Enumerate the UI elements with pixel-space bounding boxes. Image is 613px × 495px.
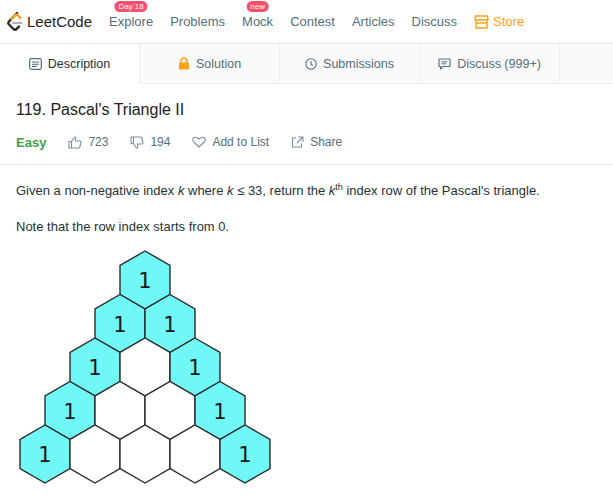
like-button[interactable]: 723 xyxy=(68,135,108,149)
text-run: ≤ 33, return the xyxy=(234,183,329,198)
tab[interactable]: Solution xyxy=(140,44,280,83)
nav-item[interactable]: Contest xyxy=(290,14,335,29)
dislike-count: 194 xyxy=(150,135,170,149)
tab-label: Solution xyxy=(196,57,241,71)
nav-badge: new xyxy=(246,1,269,12)
share-button[interactable]: Share xyxy=(291,135,342,149)
leetcode-logo-icon xyxy=(6,12,24,32)
hex-value: 1 xyxy=(38,443,51,467)
difficulty-label: Easy xyxy=(16,135,46,150)
tab[interactable]: Discuss (999+) xyxy=(420,44,560,83)
hexagon xyxy=(70,425,120,483)
hex-cell xyxy=(70,425,120,483)
nav-label: Discuss xyxy=(412,14,458,29)
nav-item[interactable]: Problems xyxy=(170,14,225,29)
hex-value: 1 xyxy=(163,313,176,337)
nav-badge: Day 18 xyxy=(114,1,147,12)
add-to-list-button[interactable]: Add to List xyxy=(192,135,269,149)
hex-cell xyxy=(170,425,220,483)
hex-value: 1 xyxy=(238,443,251,467)
main-nav: Explore Day 18 Problems Mock new Contest… xyxy=(109,14,524,29)
problem-meta: Easy 723 194 Add to List Share xyxy=(16,132,597,152)
hex-value: 1 xyxy=(63,400,76,424)
nav-item[interactable]: Mock new xyxy=(242,14,273,29)
hexagon xyxy=(170,425,220,483)
problem-tabs: Description Solution Submissions Discuss… xyxy=(0,44,613,84)
share-icon xyxy=(291,136,304,148)
tab[interactable]: Submissions xyxy=(280,44,420,83)
hex-value: 1 xyxy=(188,356,201,380)
top-navbar: LeetCode Explore Day 18 Problems Mock ne… xyxy=(0,0,613,44)
logo[interactable]: LeetCode xyxy=(6,12,92,32)
nav-label: Mock xyxy=(242,14,273,29)
store-icon xyxy=(474,15,489,29)
hex-cell: 1 xyxy=(20,425,70,483)
dislike-button[interactable]: 194 xyxy=(130,135,170,149)
text-run: where xyxy=(184,183,227,198)
superscript: th xyxy=(335,182,343,192)
problem-page: LeetCode Explore Day 18 Problems Mock ne… xyxy=(0,0,613,495)
text-run: index row of the Pascal's triangle. xyxy=(343,183,540,198)
like-count: 723 xyxy=(88,135,108,149)
math-variable: k xyxy=(227,183,234,198)
lock-icon xyxy=(178,57,190,70)
description-paragraph: Given a non-negative index k where k ≤ 3… xyxy=(16,181,597,201)
hex-cell: 1 xyxy=(220,425,270,483)
pascal-triangle-diagram: 111111111 xyxy=(16,249,286,489)
divider xyxy=(0,164,613,165)
math-variable: k xyxy=(178,183,185,198)
nav-item[interactable]: Store xyxy=(474,14,524,29)
tab-label: Description xyxy=(48,57,111,71)
hexagon xyxy=(120,425,170,483)
nav-item[interactable]: Explore Day 18 xyxy=(109,14,153,29)
tab-label: Discuss (999+) xyxy=(457,57,541,71)
math-variable: k xyxy=(329,183,336,198)
text-run: Given a non-negative index xyxy=(16,183,178,198)
hex-value: 1 xyxy=(113,313,126,337)
hex-cell xyxy=(120,425,170,483)
heart-icon xyxy=(192,136,206,148)
tab[interactable]: Description xyxy=(0,44,140,84)
problem-title: 119. Pascal's Triangle II xyxy=(16,100,597,120)
hex-value: 1 xyxy=(138,269,151,293)
nav-label: Contest xyxy=(290,14,335,29)
add-to-list-label: Add to List xyxy=(212,135,269,149)
hex-value: 1 xyxy=(88,356,101,380)
clock-icon xyxy=(305,58,317,70)
hexagon xyxy=(220,425,270,483)
logo-text: LeetCode xyxy=(27,13,92,30)
nav-label: Explore xyxy=(109,14,153,29)
text-run: Note that the row index starts from 0. xyxy=(16,219,229,234)
share-label: Share xyxy=(310,135,342,149)
description-paragraph: Note that the row index starts from 0. xyxy=(16,217,597,237)
tab-label: Submissions xyxy=(323,57,394,71)
nav-item[interactable]: Articles xyxy=(352,14,395,29)
comment-icon xyxy=(438,58,451,70)
thumbs-down-icon xyxy=(130,136,144,149)
document-icon xyxy=(29,58,42,70)
nav-label: Store xyxy=(493,14,524,29)
nav-label: Problems xyxy=(170,14,225,29)
hex-value: 1 xyxy=(213,400,226,424)
nav-item[interactable]: Discuss xyxy=(412,14,458,29)
hexagon xyxy=(20,425,70,483)
thumbs-up-icon xyxy=(68,136,82,149)
nav-label: Articles xyxy=(352,14,395,29)
problem-content: 119. Pascal's Triangle II Easy 723 194 A… xyxy=(0,84,613,489)
